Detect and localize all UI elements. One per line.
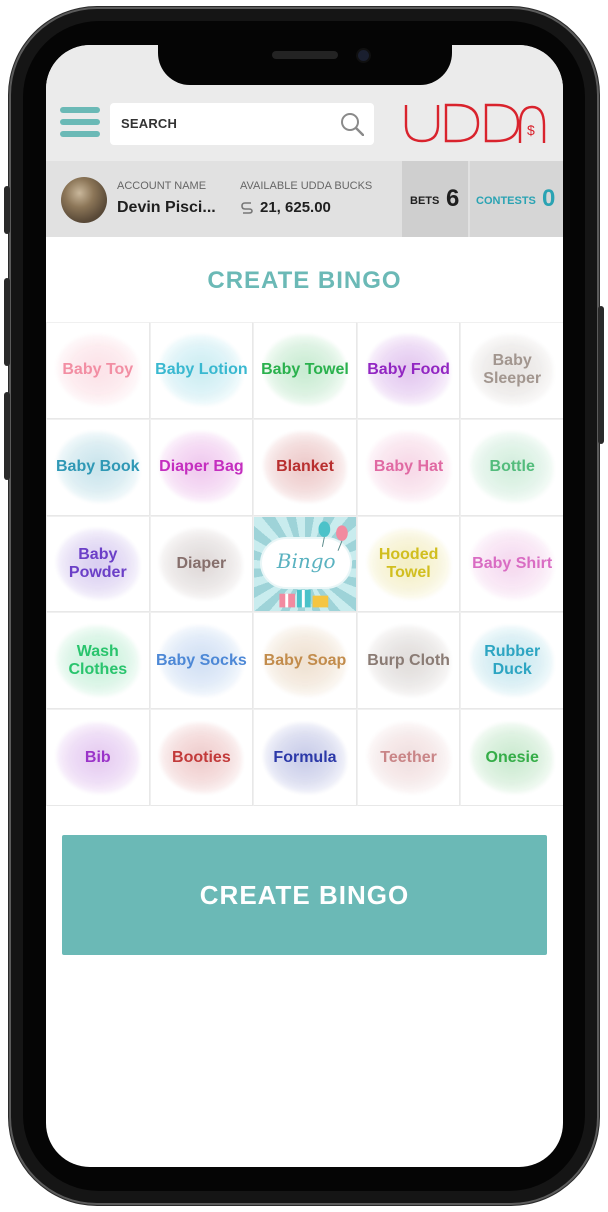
- bets-stat[interactable]: BETS 6: [402, 161, 468, 237]
- hamburger-menu-icon[interactable]: [60, 107, 100, 141]
- camera-icon: [358, 50, 369, 61]
- bingo-cell-label: Blanket: [276, 458, 334, 476]
- bingo-cell[interactable]: Bib: [46, 709, 150, 806]
- bingo-cell[interactable]: Diaper Bag: [149, 418, 254, 516]
- udda-bucks-amount: 21, 625.00: [260, 199, 331, 216]
- bingo-cell[interactable]: Baby Shirt: [460, 515, 563, 613]
- bingo-cell[interactable]: Burp Cloth: [356, 612, 461, 710]
- balloons-gifts-icon: [279, 521, 348, 607]
- bets-label: BETS: [410, 195, 440, 207]
- search-placeholder: SEARCH: [121, 116, 178, 131]
- bingo-cell-label: Hooded Towel: [378, 545, 439, 581]
- bingo-cell-label: Baby Shirt: [472, 554, 553, 572]
- bingo-cell-label: Baby Towel: [261, 361, 349, 379]
- bingo-cell[interactable]: Formula: [253, 709, 357, 806]
- bingo-cell[interactable]: Baby Lotion: [149, 322, 254, 419]
- bingo-cell-label: Teether: [380, 748, 437, 766]
- bingo-cell-label: Baby Hat: [373, 458, 444, 476]
- account-bar: ACCOUNT NAME Devin Pisci... AVAILABLE UD…: [46, 161, 563, 237]
- bingo-cell[interactable]: Baby Hat: [356, 418, 461, 516]
- side-button: [598, 306, 604, 444]
- bingo-cell-label: Diaper: [176, 554, 227, 572]
- create-bingo-button[interactable]: CREATE BINGO: [62, 835, 547, 955]
- bingo-cell-label: Bib: [84, 748, 111, 766]
- side-button: [4, 186, 10, 234]
- bingo-cell[interactable]: Baby Socks: [149, 612, 254, 710]
- bingo-cell-label: Rubber Duck: [484, 642, 541, 678]
- bingo-cell[interactable]: Baby Soap: [253, 612, 357, 710]
- account-name: Devin Pisci...: [117, 199, 216, 216]
- contests-label: CONTESTS: [476, 195, 536, 207]
- contests-stat[interactable]: CONTESTS 0: [470, 161, 563, 237]
- bingo-cell[interactable]: Baby Towel: [253, 322, 357, 419]
- bingo-cell-label: Wash Clothes: [68, 642, 128, 678]
- search-input[interactable]: SEARCH: [110, 103, 374, 145]
- bingo-cell-label: Onesie: [485, 748, 539, 766]
- bingo-cell[interactable]: Teether: [356, 709, 461, 806]
- bingo-cell[interactable]: Onesie: [460, 709, 563, 806]
- bingo-cell[interactable]: Baby Sleeper: [460, 322, 563, 419]
- bingo-cell[interactable]: Baby Powder: [46, 515, 150, 613]
- logo-dollar: $: [527, 122, 535, 138]
- bingo-cell[interactable]: Diaper: [149, 515, 254, 613]
- bingo-cell[interactable]: Rubber Duck: [460, 612, 563, 710]
- side-button: [4, 392, 10, 480]
- udda-bucks-label: AVAILABLE UDDA BUCKS: [240, 180, 373, 192]
- bingo-cell-label: Diaper Bag: [159, 458, 244, 476]
- udda-coin-icon: [241, 202, 253, 214]
- bingo-free-space[interactable]: Bingo: [253, 515, 357, 613]
- speaker: [272, 51, 338, 59]
- bingo-cell-label: Baby Soap: [263, 651, 347, 669]
- bingo-cell-label: Baby Powder: [68, 545, 127, 581]
- bingo-cell[interactable]: Baby Food: [356, 322, 461, 419]
- bingo-cell-label: Booties: [172, 748, 231, 766]
- account-name-label: ACCOUNT NAME: [117, 180, 207, 192]
- page-title: CREATE BINGO: [207, 267, 402, 294]
- bingo-cell[interactable]: Hooded Towel: [356, 515, 461, 613]
- bingo-cell[interactable]: Blanket: [253, 418, 357, 516]
- bingo-cell[interactable]: Baby Toy: [46, 322, 150, 419]
- top-bar: SEARCH $: [46, 85, 563, 163]
- bingo-cell-label: Baby Book: [56, 458, 140, 476]
- side-button: [4, 278, 10, 366]
- avatar[interactable]: [61, 177, 107, 223]
- bingo-cell-label: Formula: [273, 748, 337, 766]
- bingo-cell-label: Baby Toy: [62, 361, 134, 379]
- bingo-grid: Baby Toy Baby Lotion Baby Towel Baby Food Ba…: [46, 322, 563, 806]
- bingo-cell-label: Baby Sleeper: [483, 352, 542, 388]
- udda-logo[interactable]: $: [404, 103, 548, 145]
- bets-count: 6: [446, 185, 460, 212]
- contests-count: 0: [542, 185, 556, 212]
- bingo-cell-label: Burp Cloth: [367, 651, 450, 669]
- notch: [158, 45, 452, 85]
- bingo-cell-label: Baby Socks: [156, 651, 247, 669]
- bingo-cell[interactable]: Wash Clothes: [46, 612, 150, 710]
- udda-bucks-value: 21, 625.00: [240, 199, 331, 216]
- bingo-cell[interactable]: Baby Book: [46, 418, 150, 516]
- bingo-cell-label: Baby Lotion: [155, 361, 248, 379]
- bingo-cell[interactable]: Booties: [149, 709, 254, 806]
- bingo-cell-label: Bottle: [489, 458, 535, 476]
- search-icon[interactable]: [340, 112, 364, 136]
- bingo-cell[interactable]: Bottle: [460, 418, 563, 516]
- bingo-cell-label: Baby Food: [367, 361, 450, 379]
- app-screen: SEARCH $ ACCOUNT NAME Devin Pisci... AVA…: [46, 45, 563, 1167]
